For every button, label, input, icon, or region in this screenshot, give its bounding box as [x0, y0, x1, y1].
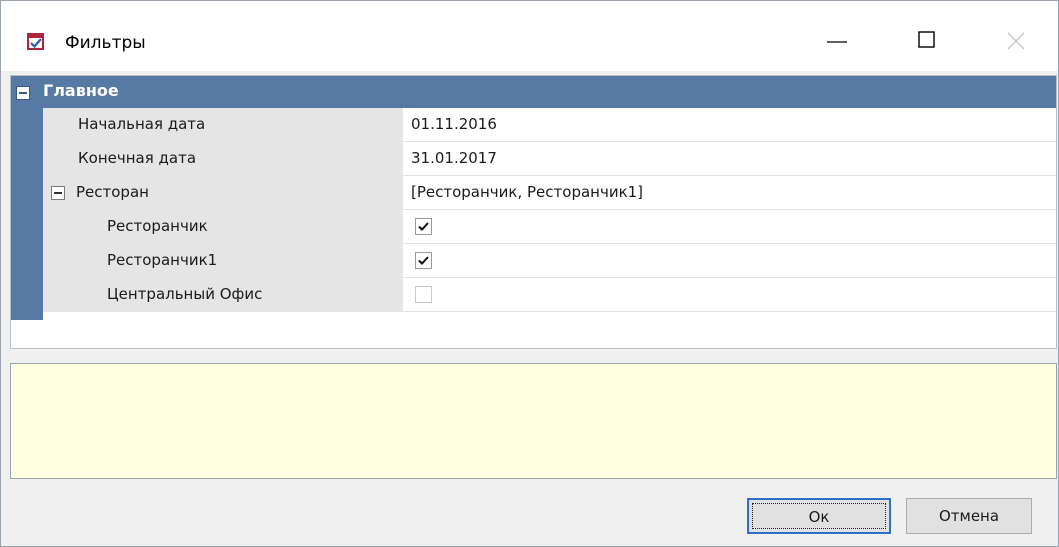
property-name-cell[interactable]: Ресторан — [43, 176, 403, 209]
cancel-button[interactable]: Отмена — [906, 498, 1032, 534]
property-name: Конечная дата — [78, 149, 197, 167]
property-row-restaurant-1[interactable]: Ресторанчик — [43, 210, 1056, 244]
property-name-cell[interactable]: Центральный Офис — [43, 278, 403, 311]
property-name: Ресторанчик1 — [107, 251, 218, 269]
property-row-restaurant[interactable]: Ресторан [Ресторанчик, Ресторанчик1] — [43, 176, 1056, 210]
property-name: Ресторан — [76, 183, 149, 201]
property-name-cell[interactable]: Конечная дата — [43, 142, 403, 175]
restaurant-2-value — [403, 244, 1056, 277]
property-value: 31.01.2017 — [411, 149, 497, 167]
property-name: Центральный Офис — [107, 285, 263, 303]
property-name-cell[interactable]: Ресторанчик — [43, 210, 403, 243]
collapse-icon[interactable] — [16, 86, 30, 100]
restaurant-1-checkbox[interactable] — [415, 218, 432, 235]
central-office-value — [403, 278, 1056, 311]
end-date-field[interactable]: 31.01.2017 — [403, 142, 1056, 175]
property-row-central-office[interactable]: Центральный Офис — [43, 278, 1056, 312]
checkmark-icon — [418, 256, 429, 265]
category-gutter — [11, 108, 43, 320]
property-name: Начальная дата — [78, 115, 206, 133]
start-date-field[interactable]: 01.11.2016 — [403, 108, 1056, 141]
restaurant-1-value — [403, 210, 1056, 243]
property-name-cell[interactable]: Начальная дата — [43, 108, 403, 141]
property-row-start-date[interactable]: Начальная дата 01.11.2016 — [43, 108, 1056, 142]
minimize-icon[interactable] — [819, 23, 859, 59]
restaurant-summary-field[interactable]: [Ресторанчик, Ресторанчик1] — [403, 176, 1056, 209]
checkmark-icon — [418, 222, 429, 231]
property-row-restaurant-2[interactable]: Ресторанчик1 — [43, 244, 1056, 278]
collapse-icon[interactable] — [51, 186, 65, 200]
category-row-main[interactable]: Главное — [11, 76, 1056, 108]
category-label: Главное — [43, 81, 119, 100]
ok-button[interactable]: Ок — [747, 498, 891, 534]
filters-dialog: Фильтры Главное Начальная дата 01.11.201… — [0, 0, 1059, 547]
property-name-cell[interactable]: Ресторанчик1 — [43, 244, 403, 277]
property-value: [Ресторанчик, Ресторанчик1] — [411, 183, 644, 201]
property-grid: Главное Начальная дата 01.11.2016 Конечн… — [10, 75, 1057, 349]
description-panel — [10, 363, 1057, 479]
title-bar[interactable]: Фильтры — [1, 1, 1058, 71]
window-title: Фильтры — [65, 33, 146, 53]
property-name: Ресторанчик — [107, 217, 208, 235]
filter-checkbox-icon — [27, 33, 44, 50]
central-office-checkbox[interactable] — [415, 286, 432, 303]
maximize-icon[interactable] — [907, 23, 947, 59]
close-icon[interactable] — [997, 23, 1037, 59]
restaurant-2-checkbox[interactable] — [415, 252, 432, 269]
property-value: 01.11.2016 — [411, 115, 497, 133]
property-row-end-date[interactable]: Конечная дата 31.01.2017 — [43, 142, 1056, 176]
